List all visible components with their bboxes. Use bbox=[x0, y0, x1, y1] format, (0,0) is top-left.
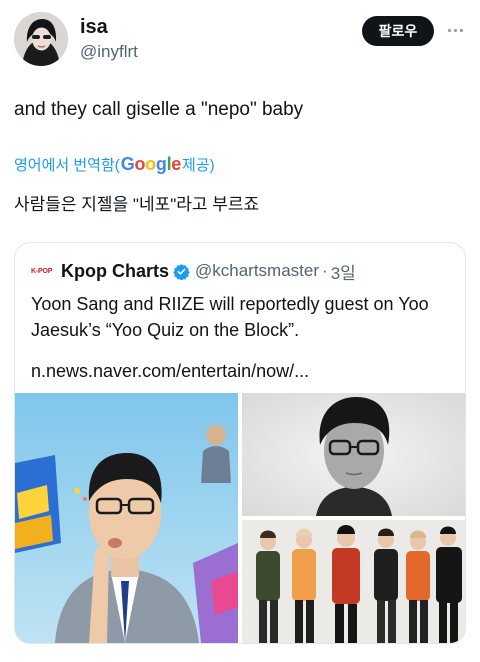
quote-avatar-logo[interactable]: K-POP bbox=[31, 268, 53, 275]
follow-button[interactable]: 팔로우 bbox=[362, 16, 434, 46]
quote-author-name[interactable]: Kpop Charts bbox=[61, 261, 169, 282]
translation-suffix: 제공) bbox=[182, 157, 215, 174]
translation-prefix: 영어에서 번역함( bbox=[14, 157, 120, 174]
quote-header: K-POP Kpop Charts @kchartsmaster · 3일 bbox=[31, 259, 356, 283]
quote-timestamp[interactable]: 3일 bbox=[331, 259, 356, 284]
tweet-header: isa @inyflrt 팔로우 bbox=[14, 12, 466, 68]
photo-riize-group[interactable] bbox=[242, 520, 465, 643]
google-letter-g2: g bbox=[155, 154, 167, 174]
google-letter-e: e bbox=[171, 154, 181, 174]
tweet-text: and they call giselle a "nepo" baby bbox=[14, 99, 304, 120]
google-letter-g: G bbox=[120, 154, 135, 174]
google-logo: Google bbox=[120, 154, 182, 175]
author-handle[interactable]: @inyflrt bbox=[80, 42, 138, 62]
more-dots-icon[interactable] bbox=[444, 20, 466, 40]
quote-author-handle[interactable]: @kchartsmaster bbox=[195, 261, 319, 281]
quote-text: Yoon Sang and RIIZE will reportedly gues… bbox=[31, 294, 429, 340]
photo-yoon-sang[interactable] bbox=[242, 393, 465, 516]
translated-text: 사람들은 지젤을 "네포"라고 부르죠 bbox=[14, 195, 260, 214]
google-letter-o2: o bbox=[145, 154, 156, 174]
avatar[interactable] bbox=[14, 12, 68, 66]
verified-badge-icon bbox=[173, 263, 190, 280]
quote-tweet-card[interactable]: K-POP Kpop Charts @kchartsmaster · 3일 Yo… bbox=[14, 242, 466, 644]
photo-host[interactable] bbox=[15, 393, 238, 643]
quote-separator: · bbox=[322, 261, 328, 280]
author-name[interactable]: isa bbox=[80, 16, 108, 39]
quote-link[interactable]: n.news.naver.com/entertain/now/... bbox=[31, 361, 309, 382]
google-letter-o1: o bbox=[134, 154, 146, 174]
translation-attribution[interactable]: 영어에서 번역함( Google 제공) bbox=[14, 154, 215, 175]
quote-media-grid bbox=[15, 393, 465, 643]
